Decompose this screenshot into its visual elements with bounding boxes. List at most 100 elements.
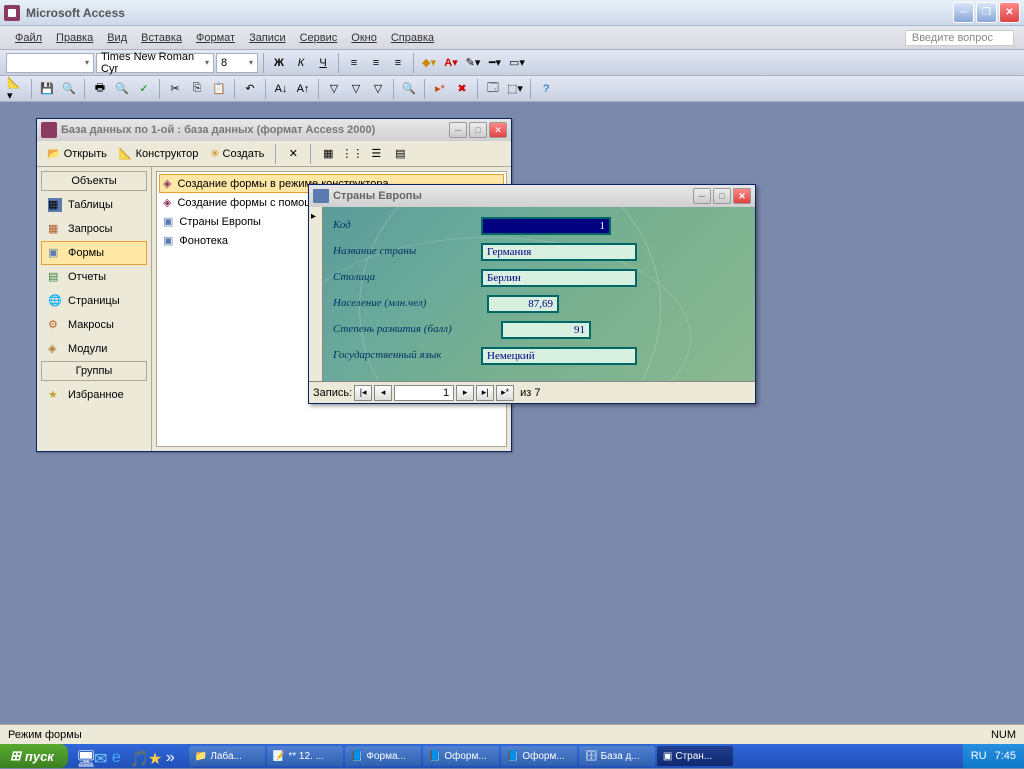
nav-new-button[interactable]: ▸* <box>496 385 514 401</box>
close-button[interactable]: ✕ <box>999 2 1020 23</box>
new-record-button[interactable]: ▸* <box>430 79 450 99</box>
line-color-button[interactable]: ✎▾ <box>463 53 483 73</box>
form-minimize-button[interactable]: ─ <box>693 188 711 204</box>
align-right-button[interactable]: ≡ <box>388 53 408 73</box>
record-selector[interactable] <box>309 207 323 381</box>
ask-question-box[interactable]: Введите вопрос <box>905 30 1014 46</box>
nav-current-input[interactable] <box>394 385 454 401</box>
sidebar-item-pages[interactable]: 🌐Страницы <box>41 289 147 313</box>
filter-form-button[interactable]: ▽ <box>346 79 366 99</box>
sidebar-item-macros[interactable]: ⚙Макросы <box>41 313 147 337</box>
sidebar-item-reports[interactable]: ▤Отчеты <box>41 265 147 289</box>
task-item-3[interactable]: 📘Форма... <box>345 746 421 766</box>
fill-color-button[interactable]: ◆▾ <box>419 53 439 73</box>
print-button[interactable]: 🖶 <box>90 79 110 99</box>
sidebar-item-forms[interactable]: ▣Формы <box>41 241 147 265</box>
delete-record-button[interactable]: ✖ <box>452 79 472 99</box>
form-maximize-button[interactable]: □ <box>713 188 731 204</box>
object-selector[interactable]: ▾ <box>6 53 94 73</box>
start-button[interactable]: ⊞ пуск <box>0 744 68 768</box>
db-design-button[interactable]: 📐Конструктор <box>115 145 202 162</box>
find-button[interactable]: 🔍 <box>399 79 419 99</box>
ql-icon-5[interactable]: ★ <box>148 749 162 763</box>
menu-records[interactable]: Записи <box>242 29 293 47</box>
ql-icon-2[interactable]: ✉ <box>94 749 108 763</box>
bold-button[interactable]: Ж <box>269 53 289 73</box>
menu-format[interactable]: Формат <box>189 29 242 47</box>
task-item-5[interactable]: 📘Оформ... <box>501 746 577 766</box>
minimize-button[interactable]: ─ <box>953 2 974 23</box>
italic-button[interactable]: К <box>291 53 311 73</box>
field-code[interactable] <box>481 217 611 235</box>
db-create-button[interactable]: ✳Создать <box>206 145 268 162</box>
db-open-button[interactable]: 📂Открыть <box>43 145 111 162</box>
paste-button[interactable]: 📋 <box>209 79 229 99</box>
field-language[interactable] <box>481 347 637 365</box>
db-maximize-button[interactable]: □ <box>469 122 487 138</box>
db-minimize-button[interactable]: ─ <box>449 122 467 138</box>
align-left-button[interactable]: ≡ <box>344 53 364 73</box>
search-file-button[interactable]: 🔍 <box>59 79 79 99</box>
field-development[interactable] <box>501 321 591 339</box>
mdi-area: База данных по 1-ой : база данных (форма… <box>0 102 1024 724</box>
maximize-button[interactable]: ❐ <box>976 2 997 23</box>
spelling-button[interactable]: ✓ <box>134 79 154 99</box>
preview-button[interactable]: 🔍 <box>112 79 132 99</box>
db-window-button[interactable]: 🗔 <box>483 79 503 99</box>
ql-icon-1[interactable]: 🖥 <box>76 749 90 763</box>
ql-icon-4[interactable]: 🎵 <box>130 749 144 763</box>
line-width-button[interactable]: ━▾ <box>485 53 505 73</box>
task-item-2[interactable]: 📝** 12. ... <box>267 746 343 766</box>
copy-button[interactable]: ⎘ <box>187 79 207 99</box>
menu-window[interactable]: Окно <box>344 29 384 47</box>
task-item-6[interactable]: 🗄База д... <box>579 746 655 766</box>
db-list-button[interactable]: ☰ <box>366 144 386 164</box>
font-selector[interactable]: Times New Roman Cyr▾ <box>96 53 214 73</box>
field-population[interactable] <box>487 295 559 313</box>
nav-first-button[interactable]: |◂ <box>354 385 372 401</box>
sidebar-item-queries[interactable]: ▦Запросы <box>41 217 147 241</box>
font-color-button[interactable]: A▾ <box>441 53 461 73</box>
menu-insert[interactable]: Вставка <box>134 29 189 47</box>
cut-button[interactable]: ✂ <box>165 79 185 99</box>
fontsize-selector[interactable]: 8▾ <box>216 53 258 73</box>
menu-help[interactable]: Справка <box>384 29 441 47</box>
apply-filter-button[interactable]: ▽ <box>368 79 388 99</box>
sort-asc-button[interactable]: A↓ <box>271 79 291 99</box>
form-window: Страны Европы ─ □ ✕ Код Название страны … <box>308 184 756 404</box>
nav-prev-button[interactable]: ◂ <box>374 385 392 401</box>
field-name[interactable] <box>481 243 637 261</box>
menu-view[interactable]: Вид <box>100 29 134 47</box>
task-item-1[interactable]: 📁Лаба... <box>189 746 265 766</box>
db-delete-button[interactable]: ✕ <box>283 144 303 164</box>
menu-file[interactable]: Файл <box>8 29 49 47</box>
db-large-icons-button[interactable]: ▦ <box>318 144 338 164</box>
ql-icon-3[interactable]: e <box>112 749 126 763</box>
underline-button[interactable]: Ч <box>313 53 333 73</box>
sidebar-item-modules[interactable]: ◈Модули <box>41 337 147 361</box>
new-object-button[interactable]: ⬚▾ <box>505 79 525 99</box>
special-effect-button[interactable]: ▭▾ <box>507 53 527 73</box>
view-button[interactable]: 📐▾ <box>6 79 26 99</box>
task-item-4[interactable]: 📘Оформ... <box>423 746 499 766</box>
nav-next-button[interactable]: ▸ <box>456 385 474 401</box>
sidebar-item-favorites[interactable]: ★Избранное <box>41 383 147 407</box>
sidebar-item-tables[interactable]: ▦Таблицы <box>41 193 147 217</box>
tray-lang[interactable]: RU <box>971 750 987 762</box>
sort-desc-button[interactable]: A↑ <box>293 79 313 99</box>
form-close-button[interactable]: ✕ <box>733 188 751 204</box>
menu-edit[interactable]: Правка <box>49 29 100 47</box>
filter-selection-button[interactable]: ▽ <box>324 79 344 99</box>
ql-icon-6[interactable]: » <box>166 749 180 763</box>
undo-button[interactable]: ↶ <box>240 79 260 99</box>
nav-last-button[interactable]: ▸| <box>476 385 494 401</box>
db-close-button[interactable]: ✕ <box>489 122 507 138</box>
db-small-icons-button[interactable]: ⋮⋮ <box>342 144 362 164</box>
menu-tools[interactable]: Сервис <box>293 29 345 47</box>
field-capital[interactable] <box>481 269 637 287</box>
help-button[interactable]: ? <box>536 79 556 99</box>
task-item-7[interactable]: ▣Стран... <box>657 746 733 766</box>
save-button[interactable]: 💾 <box>37 79 57 99</box>
db-details-button[interactable]: ▤ <box>390 144 410 164</box>
align-center-button[interactable]: ≡ <box>366 53 386 73</box>
